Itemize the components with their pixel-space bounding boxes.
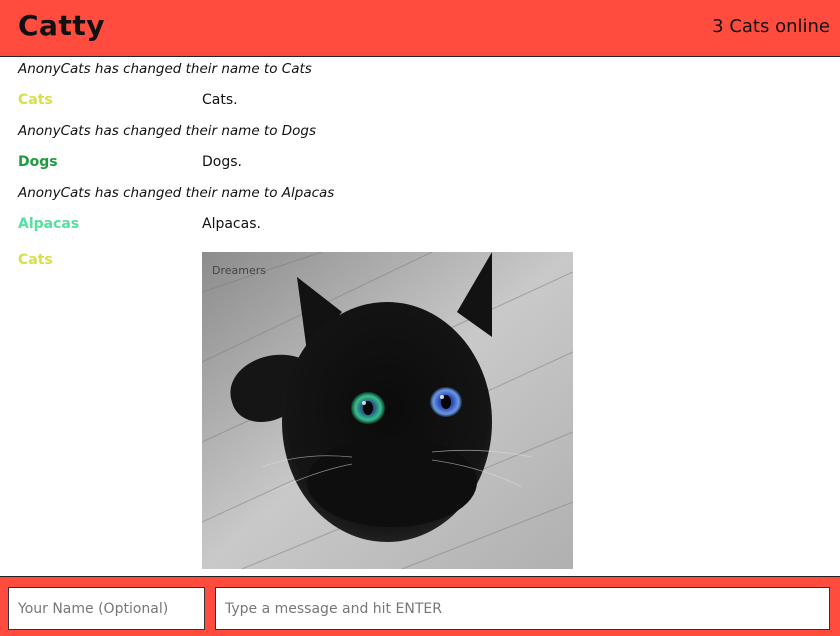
system-notice: AnonyCats has changed their name to Alpa… [18,185,335,201]
message-author: Cats [18,252,53,268]
message-list[interactable]: AnonyCats has changed their name to Cats… [0,58,840,576]
name-input[interactable] [8,587,205,630]
message-text: Cats. [202,92,238,108]
app-header: Catty 3 Cats online [0,0,840,57]
message-author: Cats [18,92,53,108]
composer-bar [0,576,840,636]
svg-text:Dreamers: Dreamers [212,264,266,277]
system-notice: AnonyCats has changed their name to Cats [18,61,312,77]
message-author: Alpacas [18,216,80,232]
message-text: Dogs. [202,154,242,170]
system-notice: AnonyCats has changed their name to Dogs [18,123,317,139]
online-count: 3 Cats online [712,16,830,37]
cat-photo[interactable]: Dreamers [202,252,573,569]
message-author: Dogs [18,154,58,170]
app-title: Catty [18,9,105,42]
message-text: Alpacas. [202,216,261,232]
message-input[interactable] [215,587,830,630]
black-cat-photo-icon: Dreamers [202,252,573,569]
